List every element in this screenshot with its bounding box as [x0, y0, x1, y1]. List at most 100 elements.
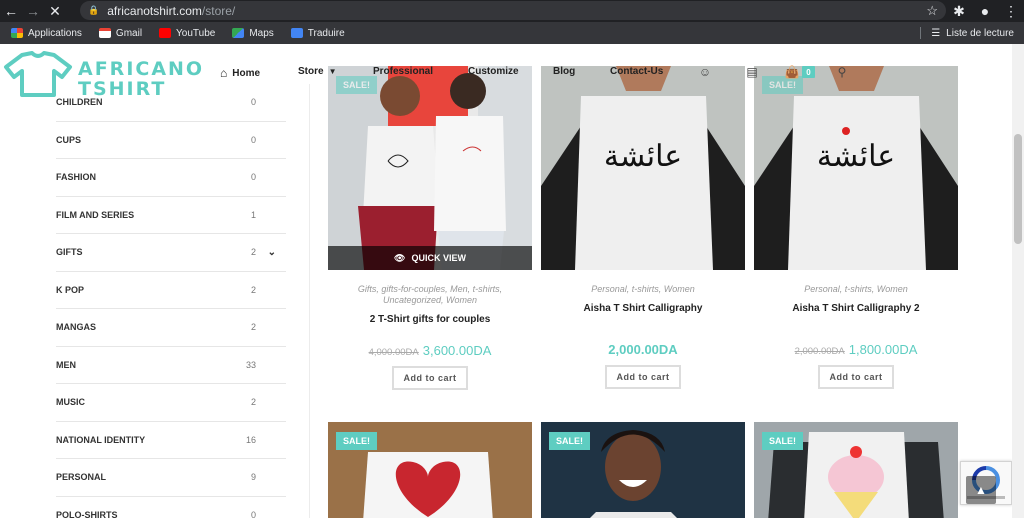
forward-arrow-icon[interactable]: → — [22, 0, 44, 22]
category-count: 0 — [250, 509, 256, 518]
product-title[interactable]: Aisha T Shirt Calligraphy 2 — [754, 303, 958, 314]
category-item[interactable]: CUPS 0 — [56, 122, 286, 159]
bookmark-star-icon[interactable]: ☆ — [926, 3, 938, 19]
logo-line-2: TSHIRT — [78, 78, 167, 100]
product-categories[interactable]: Gifts, gifts-for-couples, Men, t-shirts,… — [328, 284, 532, 306]
lock-icon: 🔒 — [88, 5, 100, 15]
quick-view-button[interactable]: 👁 QUICK VIEW — [328, 246, 532, 270]
category-item[interactable]: FILM AND SERIES 1 — [56, 197, 286, 234]
stop-loading-icon[interactable]: ✕ — [44, 0, 66, 22]
add-to-cart-button[interactable]: Add to cart — [605, 365, 681, 389]
old-price: 4,000.00DA — [368, 347, 419, 358]
home-icon: ⌂ — [220, 66, 228, 80]
product-title[interactable]: Aisha T Shirt Calligraphy — [541, 303, 745, 314]
scrollbar-thumb[interactable] — [1014, 134, 1022, 244]
product-card[interactable]: SALE! — [541, 422, 745, 518]
category-item[interactable]: GIFTS 2 ⌄ — [56, 234, 286, 272]
browser-menu-icon[interactable]: ⋮ — [998, 0, 1024, 22]
apps-grid-icon — [11, 28, 23, 38]
category-count: 1 — [250, 209, 256, 220]
couple-tshirts-photo — [328, 66, 532, 270]
category-name[interactable]: POLO-SHIRTS — [56, 510, 118, 518]
reading-list-button[interactable]: ☰ Liste de lecture — [920, 27, 1014, 39]
category-item[interactable]: MEN 33 — [56, 347, 286, 384]
shopping-bag-icon[interactable]: 👜 — [784, 64, 800, 80]
category-name[interactable]: CUPS — [56, 135, 81, 145]
url-path: /store/ — [201, 3, 236, 18]
scroll-to-top-button[interactable]: ▲ — [966, 476, 996, 504]
product-image[interactable]: SALE! 👁 QUICK VIEW — [328, 66, 532, 270]
menu-item-professional[interactable]: Professional — [373, 66, 433, 77]
bookmark-youtube[interactable]: YouTube — [159, 28, 215, 39]
product-image[interactable]: ﻋﺎﺋﺸﺔ — [541, 66, 745, 270]
category-count: 33 — [245, 359, 256, 370]
user-account-icon[interactable]: ☺ — [697, 64, 713, 80]
eye-icon: 👁 — [394, 252, 406, 263]
product-image[interactable]: ﻋﺎﺋﺸﺔ SALE! — [754, 66, 958, 270]
category-item[interactable]: MANGAS 2 — [56, 309, 286, 347]
bookmark-applications[interactable]: Applications — [11, 28, 82, 39]
category-item[interactable]: MUSIC 2 — [56, 384, 286, 422]
menu-item-contact[interactable]: Contact-Us — [610, 66, 663, 77]
category-item[interactable]: POLO-SHIRTS 0 — [56, 497, 286, 518]
category-name[interactable]: GIFTS — [56, 247, 83, 257]
category-item[interactable]: PERSONAL 9 — [56, 459, 286, 497]
category-name[interactable]: MEN — [56, 360, 76, 370]
category-name[interactable]: FASHION — [56, 172, 96, 182]
category-name[interactable]: MUSIC — [56, 397, 85, 407]
category-item[interactable]: K POP 2 — [56, 272, 286, 309]
category-name[interactable]: MANGAS — [56, 322, 96, 332]
category-count: 2 — [250, 247, 256, 258]
bookmark-gmail[interactable]: Gmail — [98, 28, 142, 39]
add-to-cart-button[interactable]: Add to cart — [818, 365, 894, 389]
youtube-icon — [159, 28, 172, 38]
sale-price: 1,800.00DA — [848, 342, 918, 357]
product-price: 4,000.00DA 3,600.00DA — [328, 343, 532, 358]
credit-card-icon[interactable]: ▤ — [744, 64, 760, 80]
product-card[interactable]: SALE! — [754, 422, 958, 518]
url-domain: africanotshirt.com — [107, 3, 202, 18]
site-logo[interactable]: AFRICANO TSHIRT — [2, 49, 202, 101]
menu-item-customize[interactable]: Customize — [468, 66, 519, 77]
bookmark-label: Traduire — [307, 27, 345, 39]
product-categories[interactable]: Personal, t-shirts, Women — [754, 284, 958, 295]
page-scrollbar[interactable] — [1012, 44, 1024, 518]
product-categories[interactable]: Personal, t-shirts, Women — [541, 284, 745, 295]
product-card[interactable]: ﻋﺎﺋﺸﺔ Personal, t-shirts, Women Aisha T … — [541, 66, 745, 389]
product-price: 2,000.00DA 1,800.00DA — [754, 342, 958, 357]
category-name[interactable]: FILM AND SERIES — [56, 210, 134, 220]
quick-view-label: QUICK VIEW — [411, 253, 466, 263]
add-to-cart-button[interactable]: Add to cart — [392, 366, 468, 390]
menu-label: Professional — [373, 66, 434, 77]
profile-icon[interactable]: ● — [972, 0, 998, 22]
category-name[interactable]: NATIONAL IDENTITY — [56, 435, 145, 445]
arabic-calligraphy: ﻋﺎﺋﺸﺔ — [604, 139, 682, 174]
extensions-icon[interactable]: ✱ — [946, 0, 972, 22]
logo-line-1: AFRICANO — [78, 58, 205, 80]
menu-label: Blog — [553, 66, 576, 77]
product-card[interactable]: ﻋﺎﺋﺸﺔ SALE! Personal, t-shirts, Women Ai… — [754, 66, 958, 389]
menu-item-store[interactable]: Store ▼ — [298, 66, 336, 77]
category-item[interactable]: FASHION 0 — [56, 159, 286, 197]
back-arrow-icon[interactable]: ← — [0, 0, 22, 22]
sale-badge: SALE! — [336, 432, 377, 450]
bookmark-traduire[interactable]: Traduire — [290, 27, 345, 39]
category-name[interactable]: K POP — [56, 285, 84, 295]
product-card[interactable]: SALE! — [328, 422, 532, 518]
category-name[interactable]: PERSONAL — [56, 472, 106, 482]
browser-toolbar: ← → ✕ 🔒 africanotshirt.com/store/ ☆ ✱ ● … — [0, 0, 1024, 22]
bookmarks-divider — [920, 27, 922, 39]
translate-icon — [290, 28, 303, 38]
product-title[interactable]: 2 T-Shirt gifts for couples — [328, 314, 532, 325]
bookmark-maps[interactable]: Maps — [232, 28, 274, 39]
sale-badge: SALE! — [336, 76, 377, 94]
old-price: 2,000.00DA — [794, 346, 845, 357]
category-item[interactable]: NATIONAL IDENTITY 16 — [56, 422, 286, 459]
menu-item-blog[interactable]: Blog — [553, 66, 575, 77]
search-icon[interactable]: ⚲ — [834, 64, 850, 80]
address-bar[interactable]: 🔒 africanotshirt.com/store/ ☆ — [80, 1, 946, 20]
arabic-calligraphy: ﻋﺎﺋﺸﺔ — [817, 139, 895, 174]
product-card[interactable]: SALE! 👁 QUICK VIEW Gifts, gifts-for-coup… — [328, 66, 532, 390]
menu-item-home[interactable]: ⌂ Home — [220, 66, 260, 80]
chevron-down-icon[interactable]: ⌄ — [268, 247, 276, 258]
